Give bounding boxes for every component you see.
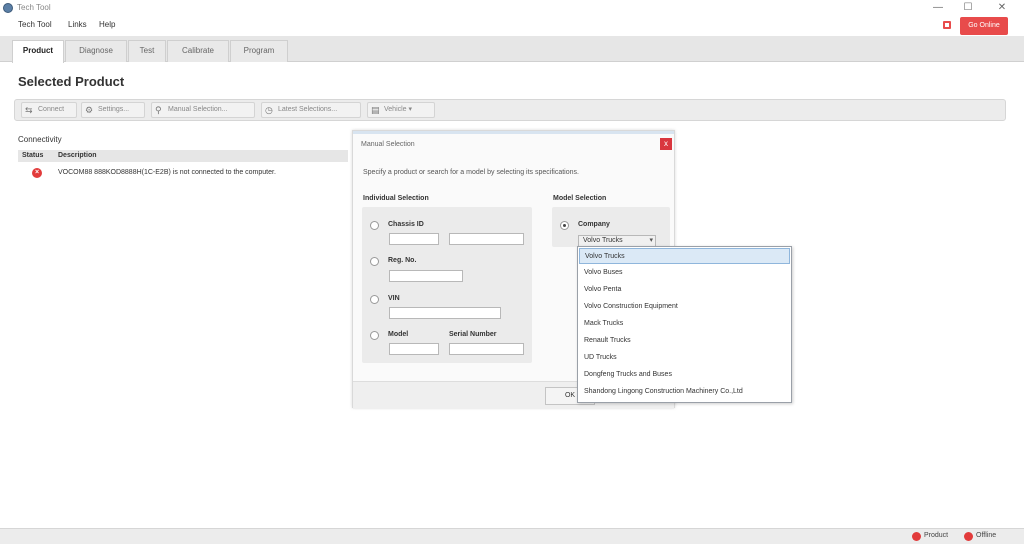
individual-selection-label: Individual Selection bbox=[363, 195, 429, 202]
dialog-accent-bar bbox=[353, 131, 674, 134]
user-icon[interactable] bbox=[942, 20, 952, 30]
reg-no-radio[interactable] bbox=[370, 257, 379, 266]
dropdown-option-ud-trucks[interactable]: UD Trucks bbox=[579, 350, 790, 366]
dropdown-option-sdlg[interactable]: Shandong Lingong Construction Machinery … bbox=[579, 384, 790, 400]
vin-label: VIN bbox=[388, 295, 400, 302]
model-field-label: Model bbox=[388, 331, 409, 338]
settings-label: Settings... bbox=[98, 106, 130, 113]
tab-calibrate[interactable]: Calibrate bbox=[167, 40, 229, 62]
connectivity-table-header: Status Description bbox=[18, 150, 348, 162]
vehicle-label: Vehicle ▾ bbox=[384, 106, 413, 113]
window-title: Tech Tool bbox=[17, 3, 51, 12]
tab-program[interactable]: Program bbox=[230, 40, 288, 62]
dropdown-option-volvo-penta[interactable]: Volvo Penta bbox=[579, 282, 790, 298]
chevron-down-icon: ▾ bbox=[649, 237, 653, 244]
model-radio[interactable] bbox=[370, 331, 379, 340]
product-status-label: Product bbox=[924, 532, 949, 539]
online-status[interactable]: Offline bbox=[964, 532, 997, 541]
chassis-id-field-1[interactable] bbox=[389, 233, 439, 245]
title-bar: Tech Tool — ☐ ✕ bbox=[0, 0, 1024, 17]
menu-tech-tool[interactable]: Tech Tool bbox=[18, 20, 52, 29]
menu-links[interactable]: Links bbox=[68, 20, 87, 29]
company-dropdown-list: Volvo Trucks Volvo Buses Volvo Penta Vol… bbox=[577, 246, 792, 403]
close-button[interactable]: ✕ bbox=[992, 1, 1012, 15]
tab-product[interactable]: Product bbox=[12, 40, 64, 63]
menu-help[interactable]: Help bbox=[99, 20, 115, 29]
connect-label: Connect bbox=[38, 106, 65, 113]
gear-icon: ⚙ bbox=[85, 105, 94, 115]
history-icon: ◷ bbox=[265, 105, 273, 115]
dropdown-option-mack-trucks[interactable]: Mack Trucks bbox=[579, 316, 790, 332]
latest-selections-button[interactable]: ◷ Latest Selections... bbox=[261, 102, 361, 118]
vin-radio[interactable] bbox=[370, 295, 379, 304]
company-label: Company bbox=[578, 221, 610, 228]
toolbar: ⇆ Connect ⚙ Settings... ⚲ Manual Selecti… bbox=[14, 99, 1006, 121]
manual-selection-label: Manual Selection... bbox=[168, 106, 228, 113]
dropdown-option-volvo-ce[interactable]: Volvo Construction Equipment bbox=[579, 299, 790, 315]
connect-button[interactable]: ⇆ Connect bbox=[21, 102, 77, 118]
latest-selections-label: Latest Selections... bbox=[278, 106, 338, 113]
online-status-icon bbox=[964, 532, 973, 541]
vin-field[interactable] bbox=[389, 307, 501, 319]
page-title: Selected Product bbox=[18, 74, 125, 89]
chassis-id-label: Chassis ID bbox=[388, 221, 424, 228]
tab-diagnose[interactable]: Diagnose bbox=[65, 40, 127, 62]
serial-number-field[interactable] bbox=[449, 343, 524, 355]
tab-test[interactable]: Test bbox=[128, 40, 166, 62]
description-column-header: Description bbox=[58, 152, 97, 159]
chassis-id-radio[interactable] bbox=[370, 221, 379, 230]
company-select-value: Volvo Trucks bbox=[583, 237, 623, 244]
product-status-icon bbox=[912, 532, 921, 541]
search-icon: ⚲ bbox=[155, 105, 162, 115]
menu-bar: Tech Tool Links Help bbox=[0, 17, 1024, 34]
dropdown-option-volvo-buses[interactable]: Volvo Buses bbox=[579, 265, 790, 281]
minimize-button[interactable]: — bbox=[928, 1, 948, 15]
error-icon: × bbox=[32, 168, 42, 178]
settings-button[interactable]: ⚙ Settings... bbox=[81, 102, 145, 118]
vehicle-menu-button[interactable]: ▤ Vehicle ▾ bbox=[367, 102, 435, 118]
model-selection-group: Company Volvo Trucks ▾ bbox=[552, 207, 670, 247]
dropdown-option-volvo-trucks[interactable]: Volvo Trucks bbox=[579, 248, 790, 264]
product-status[interactable]: Product bbox=[912, 532, 949, 541]
individual-selection-group: Chassis ID Reg. No. VIN Model Serial Num… bbox=[362, 207, 532, 363]
chassis-id-field-2[interactable] bbox=[449, 233, 524, 245]
model-field[interactable] bbox=[389, 343, 439, 355]
table-row[interactable]: × VOCOM88 888KOD8888H(1C-E2B) is not con… bbox=[18, 166, 348, 180]
model-selection-label: Model Selection bbox=[553, 195, 607, 202]
dialog-close-button[interactable]: x bbox=[660, 138, 672, 150]
company-radio[interactable] bbox=[560, 221, 569, 230]
status-column-header: Status bbox=[22, 152, 44, 159]
status-bar: Product Offline bbox=[0, 528, 1024, 544]
app-icon bbox=[3, 3, 13, 13]
connection-description: VOCOM88 888KOD8888H(1C-E2B) is not conne… bbox=[58, 169, 276, 176]
online-status-label: Offline bbox=[976, 532, 997, 539]
main-tabs: Product Diagnose Test Calibrate Program bbox=[0, 36, 1024, 63]
dialog-description: Specify a product or search for a model … bbox=[363, 169, 579, 176]
dropdown-option-dongfeng[interactable]: Dongfeng Trucks and Buses bbox=[579, 367, 790, 383]
dropdown-option-renault-trucks[interactable]: Renault Trucks bbox=[579, 333, 790, 349]
vehicle-icon: ▤ bbox=[371, 105, 380, 115]
connectivity-title: Connectivity bbox=[18, 135, 62, 144]
reg-no-field[interactable] bbox=[389, 270, 463, 282]
serial-number-label: Serial Number bbox=[449, 331, 497, 338]
reg-no-label: Reg. No. bbox=[388, 257, 417, 264]
dialog-title: Manual Selection bbox=[361, 141, 415, 148]
connect-icon: ⇆ bbox=[25, 105, 33, 115]
maximize-button[interactable]: ☐ bbox=[958, 1, 978, 15]
go-online-button[interactable]: Go Online bbox=[960, 17, 1008, 35]
manual-selection-button[interactable]: ⚲ Manual Selection... bbox=[151, 102, 255, 118]
